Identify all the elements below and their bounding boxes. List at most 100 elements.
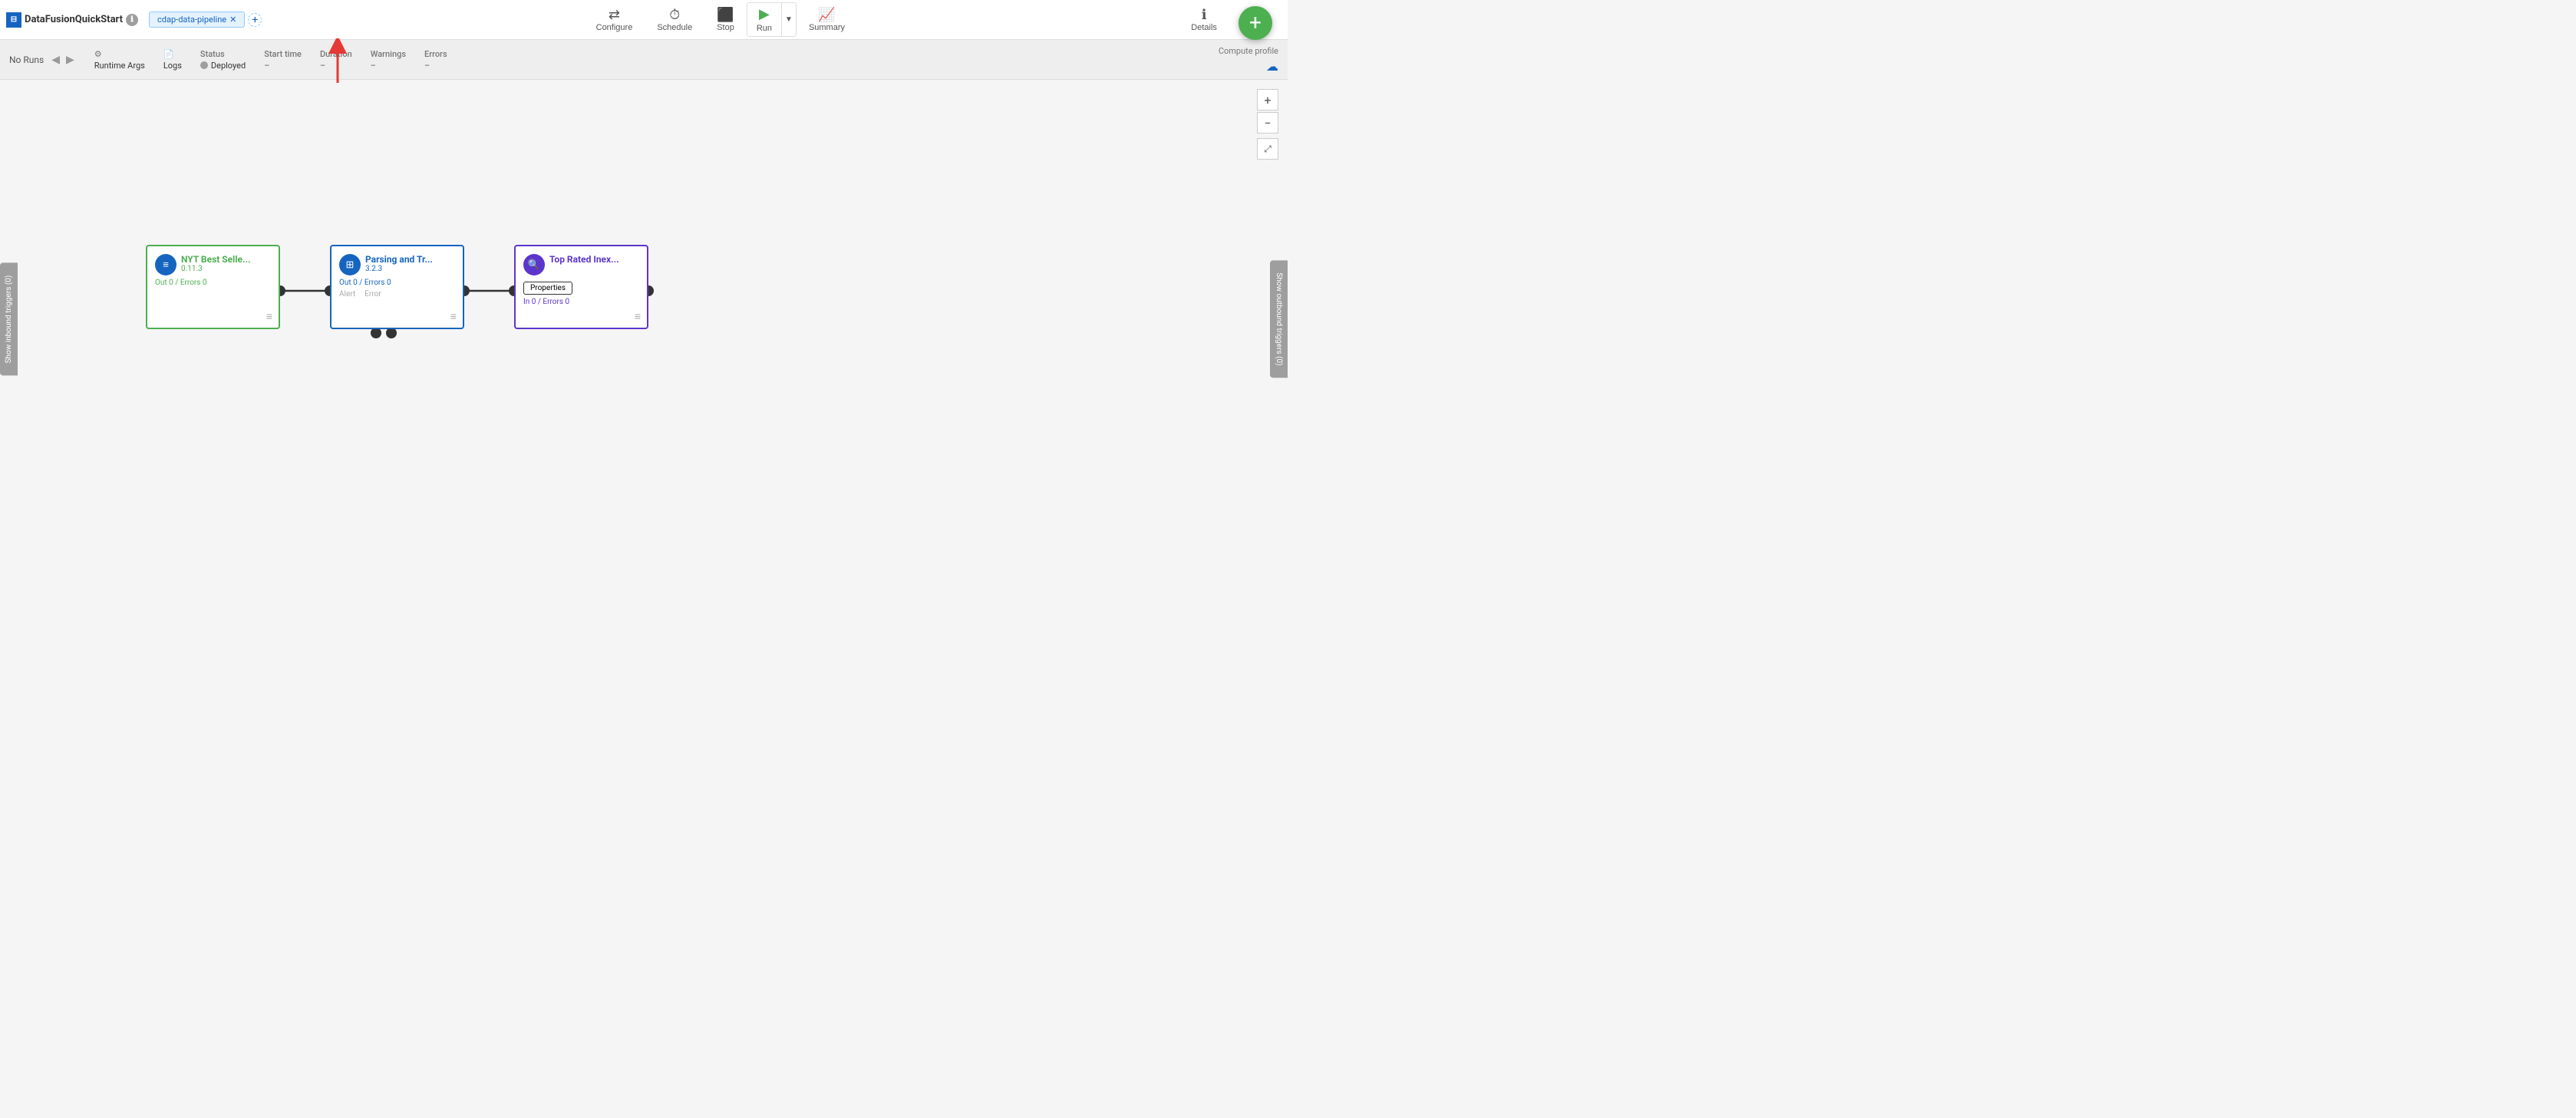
nav-next-button[interactable]: ▶ xyxy=(64,52,76,68)
node-stats: In 0 / Errors 0 xyxy=(523,298,639,306)
runtime-args-label[interactable]: Runtime Args xyxy=(94,61,145,71)
nav-arrows: ◀ ▶ xyxy=(50,52,76,68)
pipeline-canvas-area: Show inbound triggers (0) Show outbound … xyxy=(0,80,1288,559)
node-stats: Out 0 / Errors 0 xyxy=(155,279,271,287)
status-dot xyxy=(200,61,208,69)
node-name: NYT Best Selle... xyxy=(181,254,271,265)
node-info: Top Rated Inex... xyxy=(549,254,639,265)
summary-label: Summary xyxy=(809,23,845,32)
error-label: Error xyxy=(364,290,381,298)
app-info-icon[interactable]: ℹ xyxy=(126,14,138,26)
logs-item: 📄 Logs xyxy=(163,49,182,71)
nav-prev-button[interactable]: ◀ xyxy=(50,52,61,68)
run-dropdown-button[interactable]: ▼ xyxy=(781,3,796,36)
duration-item: Duration – xyxy=(320,49,352,71)
start-time-label: Start time xyxy=(264,49,302,59)
source-node-icon: ≡ xyxy=(155,254,176,275)
tab-close-icon[interactable]: ✕ xyxy=(229,15,236,25)
summary-button[interactable]: 📈 Summary xyxy=(797,5,857,35)
show-inbound-triggers-button[interactable]: Show inbound triggers (0) xyxy=(0,263,18,376)
node-version: 0.11.3 xyxy=(181,265,271,273)
zoom-in-button[interactable]: + xyxy=(1257,89,1278,110)
configure-button[interactable]: ⇄ Configure xyxy=(584,5,645,35)
status-item: Status Deployed xyxy=(200,49,246,71)
pipeline-tab[interactable]: cdap-data-pipeline ✕ xyxy=(149,12,245,28)
errors-item: Errors – xyxy=(424,49,447,71)
toolbar-center: ⇄ Configure ⏱ Schedule ⬛ Stop ▶ Run ▼ 📈 … xyxy=(262,2,1179,37)
node-alerts: Alert Error xyxy=(339,290,455,298)
warnings-value: – xyxy=(371,61,376,71)
node-version: 3.2.3 xyxy=(365,265,455,273)
node-menu-button[interactable]: ≡ xyxy=(266,310,272,323)
app-logo: ⊟ DataFusionQuickStart ℹ xyxy=(6,12,138,28)
compute-profile-icon[interactable]: ☁ xyxy=(1266,59,1278,74)
run-group: ▶ Run ▼ xyxy=(747,2,797,37)
node-name: Parsing and Tr... xyxy=(365,254,455,265)
transform-node-icon: ⊞ xyxy=(339,254,361,275)
logs-icon[interactable]: 📄 xyxy=(163,49,174,59)
runtime-args-icon[interactable]: ⚙ xyxy=(94,49,102,59)
logo-icon: ⊟ xyxy=(6,12,21,28)
configure-label: Configure xyxy=(596,23,633,32)
start-time-item: Start time – xyxy=(264,49,302,71)
run-bar: No Runs ◀ ▶ ⚙ Runtime Args 📄 Logs Status… xyxy=(0,40,1288,80)
status-text: Deployed xyxy=(211,61,246,71)
transform-node-parsing[interactable]: ⊞ Parsing and Tr... 3.2.3 Out 0 / Errors… xyxy=(330,245,464,329)
app-title: DataFusionQuickStart xyxy=(25,14,123,25)
node-menu-button[interactable]: ≡ xyxy=(450,310,457,323)
node-header: 🔍 Top Rated Inex... xyxy=(523,254,639,275)
main-toolbar: ⊟ DataFusionQuickStart ℹ cdap-data-pipel… xyxy=(0,0,1288,40)
sink-node-toprated[interactable]: 🔍 Top Rated Inex... Properties In 0 / Er… xyxy=(514,245,648,329)
logs-label[interactable]: Logs xyxy=(163,61,182,71)
warnings-label: Warnings xyxy=(371,49,406,59)
compute-profile-item: Compute profile ☁ xyxy=(1219,46,1278,74)
schedule-icon: ⏱ xyxy=(669,8,680,21)
node-info: Parsing and Tr... 3.2.3 xyxy=(365,254,455,273)
run-button[interactable]: ▶ Run xyxy=(747,3,781,36)
stop-button[interactable]: ⬛ Stop xyxy=(704,5,747,35)
details-label: Details xyxy=(1191,23,1217,32)
runtime-args-item: ⚙ Runtime Args xyxy=(94,49,145,71)
show-outbound-triggers-button[interactable]: Show outbound triggers (0) xyxy=(1270,260,1288,378)
sink-node-icon: 🔍 xyxy=(523,254,545,275)
stop-icon: ⬛ xyxy=(717,8,734,21)
add-fab-button[interactable]: + xyxy=(1239,6,1272,40)
node-stats: Out 0 / Errors 0 xyxy=(339,279,455,287)
source-node-nyt[interactable]: ≡ NYT Best Selle... 0.11.3 Out 0 / Error… xyxy=(146,245,280,329)
dropdown-icon: ▼ xyxy=(785,15,793,24)
tab-label: cdap-data-pipeline xyxy=(157,15,226,25)
compute-profile-label: Compute profile xyxy=(1219,46,1278,56)
details-button[interactable]: ℹ Details xyxy=(1179,5,1229,35)
summary-icon: 📈 xyxy=(818,8,835,21)
no-runs-label: No Runs xyxy=(9,54,44,65)
duration-value: – xyxy=(320,61,325,71)
node-name: Top Rated Inex... xyxy=(549,254,639,265)
errors-label: Errors xyxy=(424,49,447,59)
errors-value: – xyxy=(424,61,430,71)
node-info: NYT Best Selle... 0.11.3 xyxy=(181,254,271,273)
schedule-label: Schedule xyxy=(657,23,692,32)
stop-label: Stop xyxy=(717,23,734,32)
node-header: ⊞ Parsing and Tr... 3.2.3 xyxy=(339,254,455,275)
properties-button[interactable]: Properties xyxy=(523,282,572,295)
duration-label: Duration xyxy=(320,49,352,59)
status-value: Deployed xyxy=(200,61,246,71)
add-tab-button[interactable]: + xyxy=(248,13,262,27)
start-time-value: – xyxy=(264,61,269,71)
alert-label: Alert xyxy=(339,290,355,298)
warnings-item: Warnings – xyxy=(371,49,406,71)
tab-bar: cdap-data-pipeline ✕ + xyxy=(149,12,262,28)
node-menu-button[interactable]: ≡ xyxy=(635,310,641,323)
no-runs-indicator: No Runs ◀ ▶ xyxy=(9,52,76,68)
run-icon: ▶ xyxy=(759,6,770,22)
run-label: Run xyxy=(757,24,772,33)
fit-screen-button[interactable]: ⤢ xyxy=(1257,138,1278,160)
toolbar-left: ⊟ DataFusionQuickStart ℹ cdap-data-pipel… xyxy=(6,12,262,28)
zoom-controls: + − ⤢ xyxy=(1257,89,1278,160)
configure-icon: ⇄ xyxy=(609,8,620,21)
node-header: ≡ NYT Best Selle... 0.11.3 xyxy=(155,254,271,275)
zoom-out-button[interactable]: − xyxy=(1257,112,1278,134)
schedule-button[interactable]: ⏱ Schedule xyxy=(645,5,704,35)
details-icon: ℹ xyxy=(1202,8,1207,21)
status-label: Status xyxy=(200,49,225,59)
